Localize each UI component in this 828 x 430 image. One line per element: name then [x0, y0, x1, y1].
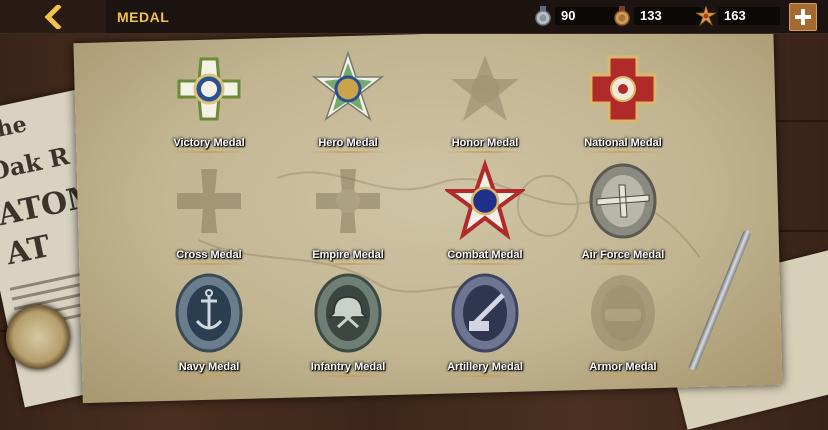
- honor-medal-icon: [451, 55, 519, 121]
- compass-decoration: [6, 305, 70, 369]
- star-badge-value: 163: [718, 7, 780, 25]
- medal-label: Artillery Medal: [447, 361, 523, 373]
- medal-label: Infantry Medal: [310, 361, 386, 373]
- medal-navy[interactable]: Navy Medal: [139, 269, 279, 379]
- empire-medal-icon: [316, 169, 380, 233]
- newspaper-headline: AT: [3, 228, 54, 273]
- label-underline: [445, 375, 525, 377]
- medal-empire[interactable]: Empire Medal: [278, 157, 418, 267]
- back-button[interactable]: [0, 0, 106, 33]
- newspaper-headline: The: [0, 111, 29, 147]
- cross-medal-icon: [177, 169, 241, 233]
- navy-medal-icon: [175, 273, 243, 353]
- infantry-medal-icon: [314, 273, 382, 353]
- medal-label: Air Force Medal: [581, 249, 665, 261]
- medal-label: Hero Medal: [318, 137, 378, 149]
- label-underline: [583, 151, 663, 153]
- medal-armor[interactable]: Armor Medal: [553, 269, 693, 379]
- label-underline: [169, 151, 249, 153]
- artillery-medal-icon: [451, 273, 519, 353]
- national-medal-icon: [589, 55, 657, 123]
- medal-label: Armor Medal: [589, 361, 657, 373]
- medal-artillery[interactable]: Artillery Medal: [415, 269, 555, 379]
- top-bar: MEDAL 90 133 163: [0, 0, 828, 34]
- star-badge-icon: [696, 6, 716, 26]
- medal-label: Navy Medal: [178, 361, 240, 373]
- label-underline: [445, 151, 525, 153]
- medal-label: Empire Medal: [312, 249, 384, 261]
- medal-label: Honor Medal: [451, 137, 519, 149]
- medal-national[interactable]: National Medal: [553, 45, 693, 155]
- air-force-medal-icon: [589, 163, 657, 239]
- label-underline: [445, 263, 525, 265]
- combat-medal-icon: [445, 158, 525, 241]
- label-underline: [583, 263, 663, 265]
- page-title: MEDAL: [117, 9, 170, 25]
- medal-hero[interactable]: Hero Medal: [278, 45, 418, 155]
- victory-medal-icon: [177, 57, 241, 121]
- label-underline: [169, 263, 249, 265]
- add-resource-button[interactable]: [789, 3, 817, 31]
- medal-label: Combat Medal: [447, 249, 523, 261]
- back-arrow-icon: [44, 5, 62, 29]
- medal-honor[interactable]: Honor Medal: [415, 45, 555, 155]
- label-underline: [308, 151, 388, 153]
- label-underline: [583, 375, 663, 377]
- armor-medal-icon: [591, 275, 655, 351]
- medal-label: Victory Medal: [173, 137, 245, 149]
- medal-infantry[interactable]: Infantry Medal: [278, 269, 418, 379]
- silver-medal-icon: [535, 6, 551, 26]
- medal-combat[interactable]: Combat Medal: [415, 157, 555, 267]
- label-underline: [169, 375, 249, 377]
- newspaper-headline: Oak R: [0, 140, 72, 187]
- bronze-medal-value: 133: [634, 7, 702, 25]
- label-underline: [308, 263, 388, 265]
- medal-cross[interactable]: Cross Medal: [139, 157, 279, 267]
- medal-label: National Medal: [584, 137, 662, 149]
- label-underline: [308, 375, 388, 377]
- bronze-medal-icon: [614, 6, 630, 26]
- medal-victory[interactable]: Victory Medal: [139, 45, 279, 155]
- medal-label: Cross Medal: [176, 249, 242, 261]
- hero-medal-icon: [311, 50, 385, 122]
- medal-air-force[interactable]: Air Force Medal: [553, 157, 693, 267]
